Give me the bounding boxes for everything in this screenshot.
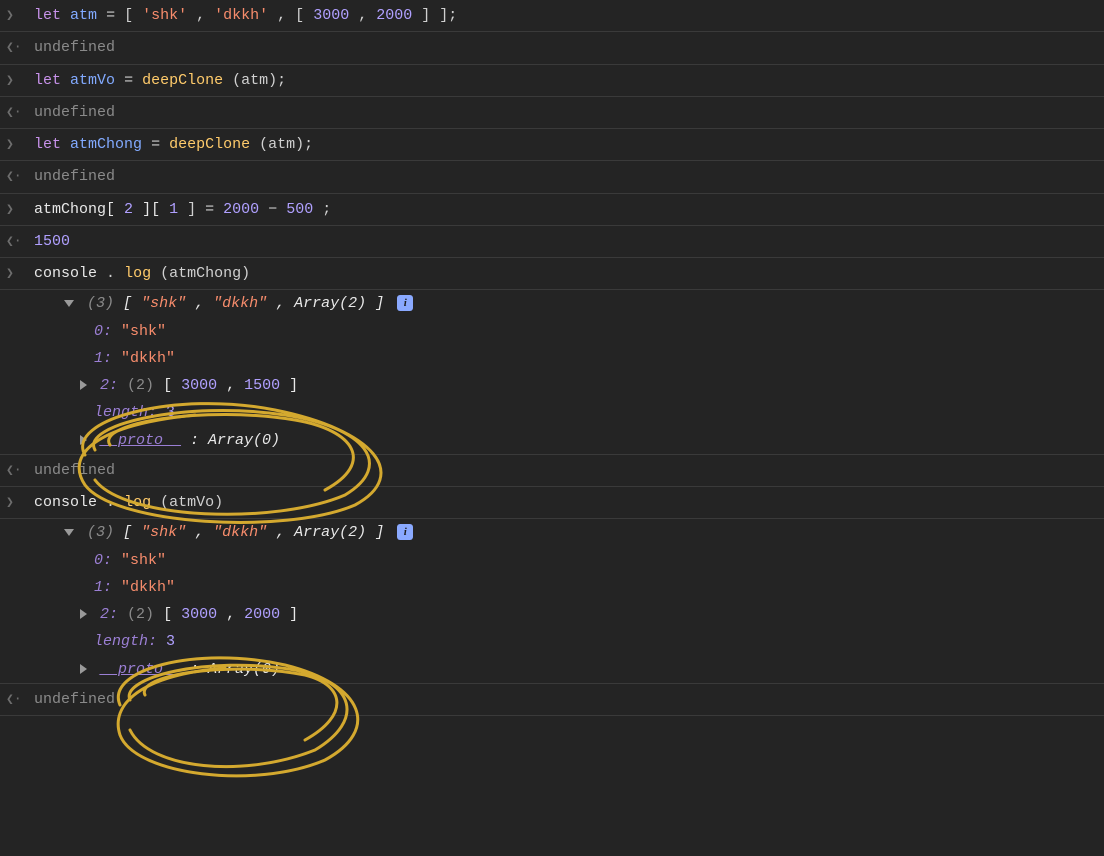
code-line: console . log (atmChong) bbox=[34, 262, 1096, 285]
output-chevron-icon: ❮⋅ bbox=[6, 36, 34, 58]
output-value: undefined bbox=[34, 459, 1096, 482]
console-input-row[interactable]: ❯ console . log (atmChong) bbox=[0, 258, 1104, 290]
info-icon[interactable]: i bbox=[397, 295, 413, 311]
console-output-row: ❮⋅ 1500 bbox=[0, 226, 1104, 258]
object-property-row: 0: "shk" bbox=[0, 318, 1104, 345]
code-line: let atmVo = deepClone (atm); bbox=[34, 69, 1096, 92]
console-input-row[interactable]: ❯ console . log (atmVo) bbox=[0, 487, 1104, 519]
input-chevron-icon: ❯ bbox=[6, 133, 34, 155]
object-property-row[interactable]: __proto__ : Array(0) bbox=[0, 656, 1104, 684]
console-output-row: ❮⋅ undefined bbox=[0, 32, 1104, 64]
object-property-row: 1: "dkkh" bbox=[0, 574, 1104, 601]
console-input-row[interactable]: ❯ let atmChong = deepClone (atm); bbox=[0, 129, 1104, 161]
console-output-row: ❮⋅ undefined bbox=[0, 684, 1104, 716]
output-chevron-icon: ❮⋅ bbox=[6, 230, 34, 252]
object-property-row[interactable]: 2: (2) [ 3000 , 2000 ] bbox=[0, 601, 1104, 628]
output-chevron-icon: ❮⋅ bbox=[6, 688, 34, 710]
console-output-row: ❮⋅ undefined bbox=[0, 161, 1104, 193]
code-line: atmChong[ 2 ][ 1 ] = 2000 − 500 ; bbox=[34, 198, 1096, 221]
object-property-row: length: 3 bbox=[0, 628, 1104, 655]
expand-toggle-icon[interactable] bbox=[80, 609, 87, 619]
info-icon[interactable]: i bbox=[397, 524, 413, 540]
output-chevron-icon: ❮⋅ bbox=[6, 101, 34, 123]
console-output-row: ❮⋅ undefined bbox=[0, 455, 1104, 487]
console-input-row[interactable]: ❯ atmChong[ 2 ][ 1 ] = 2000 − 500 ; bbox=[0, 194, 1104, 226]
expand-toggle-icon[interactable] bbox=[64, 529, 74, 536]
code-line: let atm = [ 'shk' , 'dkkh' , [ 3000 , 20… bbox=[34, 4, 1096, 27]
input-chevron-icon: ❯ bbox=[6, 4, 34, 26]
input-chevron-icon: ❯ bbox=[6, 262, 34, 284]
output-chevron-icon: ❮⋅ bbox=[6, 165, 34, 187]
expand-toggle-icon[interactable] bbox=[80, 664, 87, 674]
console-output-row: ❮⋅ undefined bbox=[0, 97, 1104, 129]
output-value: undefined bbox=[34, 101, 1096, 124]
object-property-row[interactable]: 2: (2) [ 3000 , 1500 ] bbox=[0, 372, 1104, 399]
output-value: undefined bbox=[34, 165, 1096, 188]
console-input-row[interactable]: ❯ let atm = [ 'shk' , 'dkkh' , [ 3000 , … bbox=[0, 0, 1104, 32]
output-value: undefined bbox=[34, 36, 1096, 59]
object-property-row: length: 3 bbox=[0, 399, 1104, 426]
expand-toggle-icon[interactable] bbox=[80, 380, 87, 390]
expand-toggle-icon[interactable] bbox=[80, 435, 87, 445]
expand-toggle-icon[interactable] bbox=[64, 300, 74, 307]
object-summary-row[interactable]: (3) [ "shk" , "dkkh" , Array(2) ] i bbox=[0, 519, 1104, 546]
object-summary-row[interactable]: (3) [ "shk" , "dkkh" , Array(2) ] i bbox=[0, 290, 1104, 317]
console-input-row[interactable]: ❯ let atmVo = deepClone (atm); bbox=[0, 65, 1104, 97]
object-property-row: 1: "dkkh" bbox=[0, 345, 1104, 372]
input-chevron-icon: ❯ bbox=[6, 198, 34, 220]
output-value: 1500 bbox=[34, 230, 1096, 253]
input-chevron-icon: ❯ bbox=[6, 69, 34, 91]
object-property-row: 0: "shk" bbox=[0, 547, 1104, 574]
code-line: console . log (atmVo) bbox=[34, 491, 1096, 514]
output-value: undefined bbox=[34, 688, 1096, 711]
input-chevron-icon: ❯ bbox=[6, 491, 34, 513]
code-line: let atmChong = deepClone (atm); bbox=[34, 133, 1096, 156]
object-property-row[interactable]: __proto__ : Array(0) bbox=[0, 427, 1104, 455]
output-chevron-icon: ❮⋅ bbox=[6, 459, 34, 481]
